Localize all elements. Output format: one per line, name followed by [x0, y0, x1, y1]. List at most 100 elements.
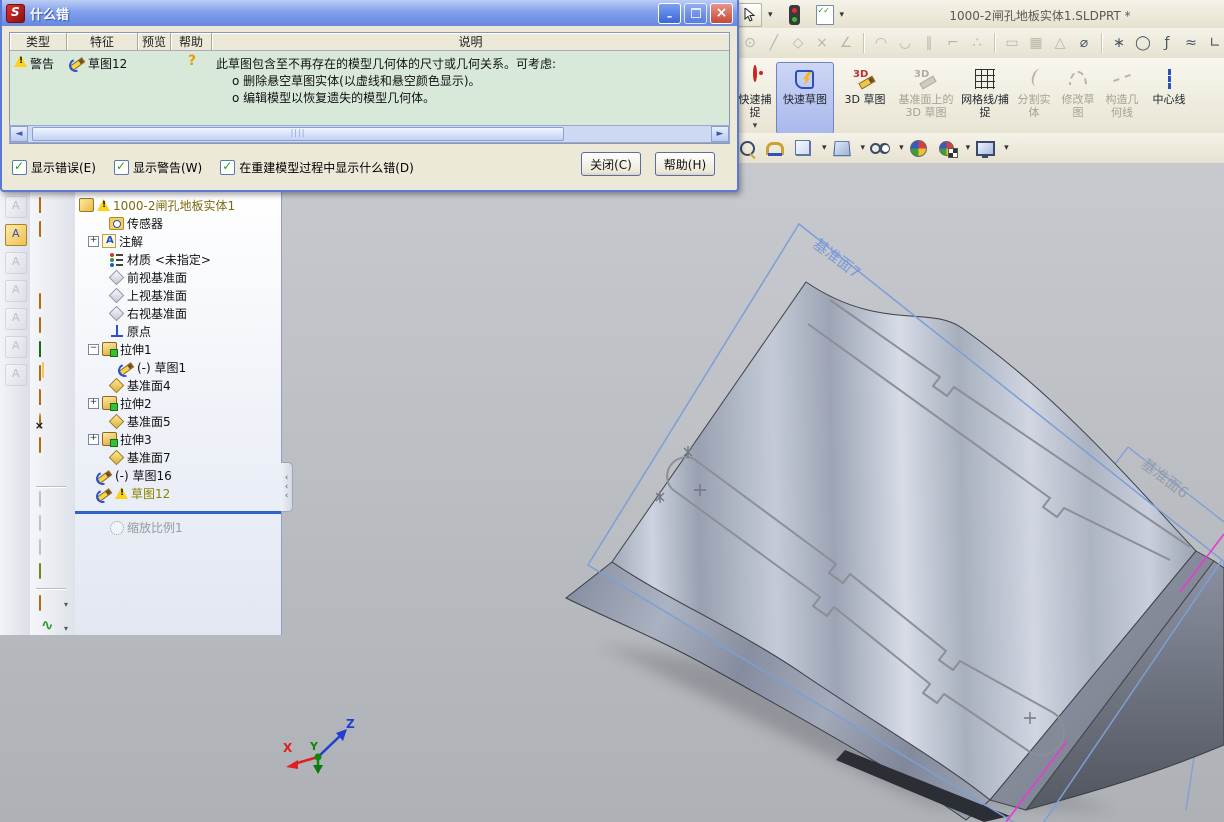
show-errors-checkbox[interactable]: 显示错误(E): [12, 159, 96, 176]
edit-appearance-icon[interactable]: [908, 137, 930, 159]
corner-tool-icon[interactable]: ⌐: [943, 33, 963, 53]
expand-icon[interactable]: +: [88, 433, 99, 445]
tree-item-front-plane[interactable]: 前视基准面: [97, 268, 187, 286]
show-on-rebuild-checkbox[interactable]: 在重建模型过程中显示什么错(D): [220, 159, 414, 176]
circle-tool-icon[interactable]: ⊙: [740, 33, 760, 53]
cmd-rapid-sketch[interactable]: 快速草图: [776, 62, 834, 134]
measure-tool-icon[interactable]: ⌀: [1074, 33, 1094, 53]
wave-tool-icon[interactable]: ≈: [1181, 33, 1201, 53]
apply-scene-dropdown-icon[interactable]: ▾: [966, 143, 971, 153]
reference-geometry-dropdown-icon[interactable]: ▾: [64, 600, 68, 609]
curves-icon[interactable]: [39, 620, 63, 638]
dialog-titlebar[interactable]: 什么错: [2, 0, 737, 26]
design-checker-icon[interactable]: [815, 5, 834, 25]
angle-tool-icon[interactable]: ∠: [836, 33, 856, 53]
column-preview[interactable]: 预览: [138, 33, 171, 50]
show-warnings-checkbox[interactable]: 显示警告(W): [113, 159, 202, 176]
previous-view-dropdown-icon[interactable]: ▾: [822, 143, 827, 153]
tree-item-material[interactable]: 材质 <未指定>: [97, 250, 211, 268]
view-orientation-dropdown-icon[interactable]: ▾: [861, 143, 866, 153]
column-type[interactable]: 类型: [10, 33, 67, 50]
solid-body-icon[interactable]: [39, 437, 63, 456]
rebuild-traffic-light-icon[interactable]: [788, 5, 800, 25]
select-dropdown-icon[interactable]: ▾: [768, 10, 773, 20]
rib-feature-icon[interactable]: [39, 317, 63, 336]
tangent-arc-tool-icon[interactable]: ◡: [895, 33, 915, 53]
close-button[interactable]: 关闭(C): [581, 152, 641, 176]
checkbox-checked-icon[interactable]: [113, 159, 129, 175]
tree-item-sketch16[interactable]: (-) 草图16: [97, 466, 172, 484]
elbow-feature-icon[interactable]: [39, 389, 63, 408]
checkbox-checked-icon[interactable]: [12, 159, 27, 175]
view-settings-icon[interactable]: [974, 137, 996, 159]
minimize-button[interactable]: [658, 2, 681, 24]
zoom-to-fit-icon[interactable]: [736, 137, 758, 159]
cmd-grid-snap[interactable]: 网格线/捕捉: [958, 62, 1012, 134]
tree-item-part-root[interactable]: 1000-2闸孔地板实体1: [79, 196, 235, 214]
previous-view-icon[interactable]: [792, 137, 814, 159]
design-checker-dropdown-icon[interactable]: ▾: [840, 10, 845, 20]
tree-item-extrude3[interactable]: + 拉伸3: [88, 430, 152, 448]
grid-tool-icon[interactable]: ▦: [1026, 33, 1046, 53]
close-icon[interactable]: [710, 2, 733, 24]
tree-item-extrude1[interactable]: − 拉伸1: [88, 340, 152, 358]
plane-feature-icon[interactable]: [39, 293, 63, 312]
parallel-tool-icon[interactable]: ∥: [919, 33, 939, 53]
expand-icon[interactable]: +: [88, 235, 99, 247]
tree-item-annotations[interactable]: + 注解: [88, 232, 143, 250]
sweep-feature-icon[interactable]: [39, 221, 63, 240]
tree-item-top-plane[interactable]: 上视基准面: [97, 286, 187, 304]
smart-dimension-icon[interactable]: ∗: [1109, 33, 1129, 53]
cmd-quick-snaps[interactable]: 快速捕捉 ▾: [736, 62, 774, 134]
tree-item-sketch1[interactable]: (-) 草图1: [119, 358, 186, 376]
view-orientation-icon[interactable]: [831, 137, 853, 159]
tree-item-scale[interactable]: 缩放比例1: [97, 518, 183, 536]
tree-item-plane5[interactable]: 基准面5: [97, 412, 171, 430]
scroll-left-icon[interactable]: ◄: [10, 126, 28, 142]
cmd-3d-sketch[interactable]: 3D 草图: [836, 62, 894, 134]
tree-item-plane4[interactable]: 基准面4: [97, 376, 171, 394]
rectangle-tool-icon[interactable]: ▭: [1002, 33, 1022, 53]
pattern-feature-icon[interactable]: [39, 365, 63, 384]
column-help[interactable]: 帮助: [171, 33, 212, 50]
rollback-bar[interactable]: [75, 511, 281, 514]
apply-scene-icon[interactable]: [936, 137, 958, 159]
trim-tool-icon[interactable]: ×: [812, 33, 832, 53]
scroll-right-icon[interactable]: ►: [711, 126, 729, 142]
polygon-tool-icon[interactable]: ◇: [788, 33, 808, 53]
triangle-tool-icon[interactable]: △: [1050, 33, 1070, 53]
help-question-icon[interactable]: ?: [188, 54, 196, 68]
scrollbar-thumb[interactable]: [32, 127, 564, 141]
column-feature[interactable]: 特征: [67, 33, 138, 50]
tree-item-right-plane[interactable]: 右视基准面: [97, 304, 187, 322]
arc-tool-icon[interactable]: ◠: [871, 33, 891, 53]
tree-item-sketch12[interactable]: 草图12: [97, 484, 170, 502]
spline-tool-icon[interactable]: ƒ: [1157, 33, 1177, 53]
collapse-icon[interactable]: −: [88, 343, 99, 355]
tree-item-extrude2[interactable]: + 拉伸2: [88, 394, 152, 412]
maximize-button[interactable]: [684, 2, 707, 24]
tree-item-plane7[interactable]: 基准面7: [97, 448, 171, 466]
wrap-feature-icon[interactable]: [39, 563, 63, 582]
delete-body-icon[interactable]: [39, 413, 63, 432]
tree-item-sensors[interactable]: 传感器: [97, 214, 163, 232]
quick-snaps-dropdown-icon[interactable]: ▾: [753, 120, 758, 133]
display-style-icon[interactable]: [869, 137, 891, 159]
column-description[interactable]: 说明: [212, 33, 729, 50]
line-tool-icon[interactable]: ╱: [764, 33, 784, 53]
corner-rectangle-icon[interactable]: ∟: [1205, 33, 1224, 53]
dome-feature-icon[interactable]: [39, 197, 63, 216]
panel-splitter-handle[interactable]: ‹ ‹ ‹: [281, 462, 293, 512]
shell-feature-icon[interactable]: [39, 462, 63, 480]
section-view-icon[interactable]: [764, 137, 786, 159]
reference-geometry-icon[interactable]: [39, 595, 63, 614]
helix-feature-icon[interactable]: [39, 341, 63, 360]
loft-feature-icon[interactable]: [39, 246, 63, 264]
circle-entity-icon[interactable]: ◯: [1133, 33, 1153, 53]
help-button[interactable]: 帮助(H): [655, 152, 715, 176]
select-tool-icon[interactable]: [738, 3, 762, 27]
checkbox-checked-icon[interactable]: [220, 159, 236, 175]
view-settings-dropdown-icon[interactable]: ▾: [1004, 143, 1009, 153]
expand-icon[interactable]: +: [88, 397, 99, 409]
star-feature-icon[interactable]: [39, 270, 63, 288]
